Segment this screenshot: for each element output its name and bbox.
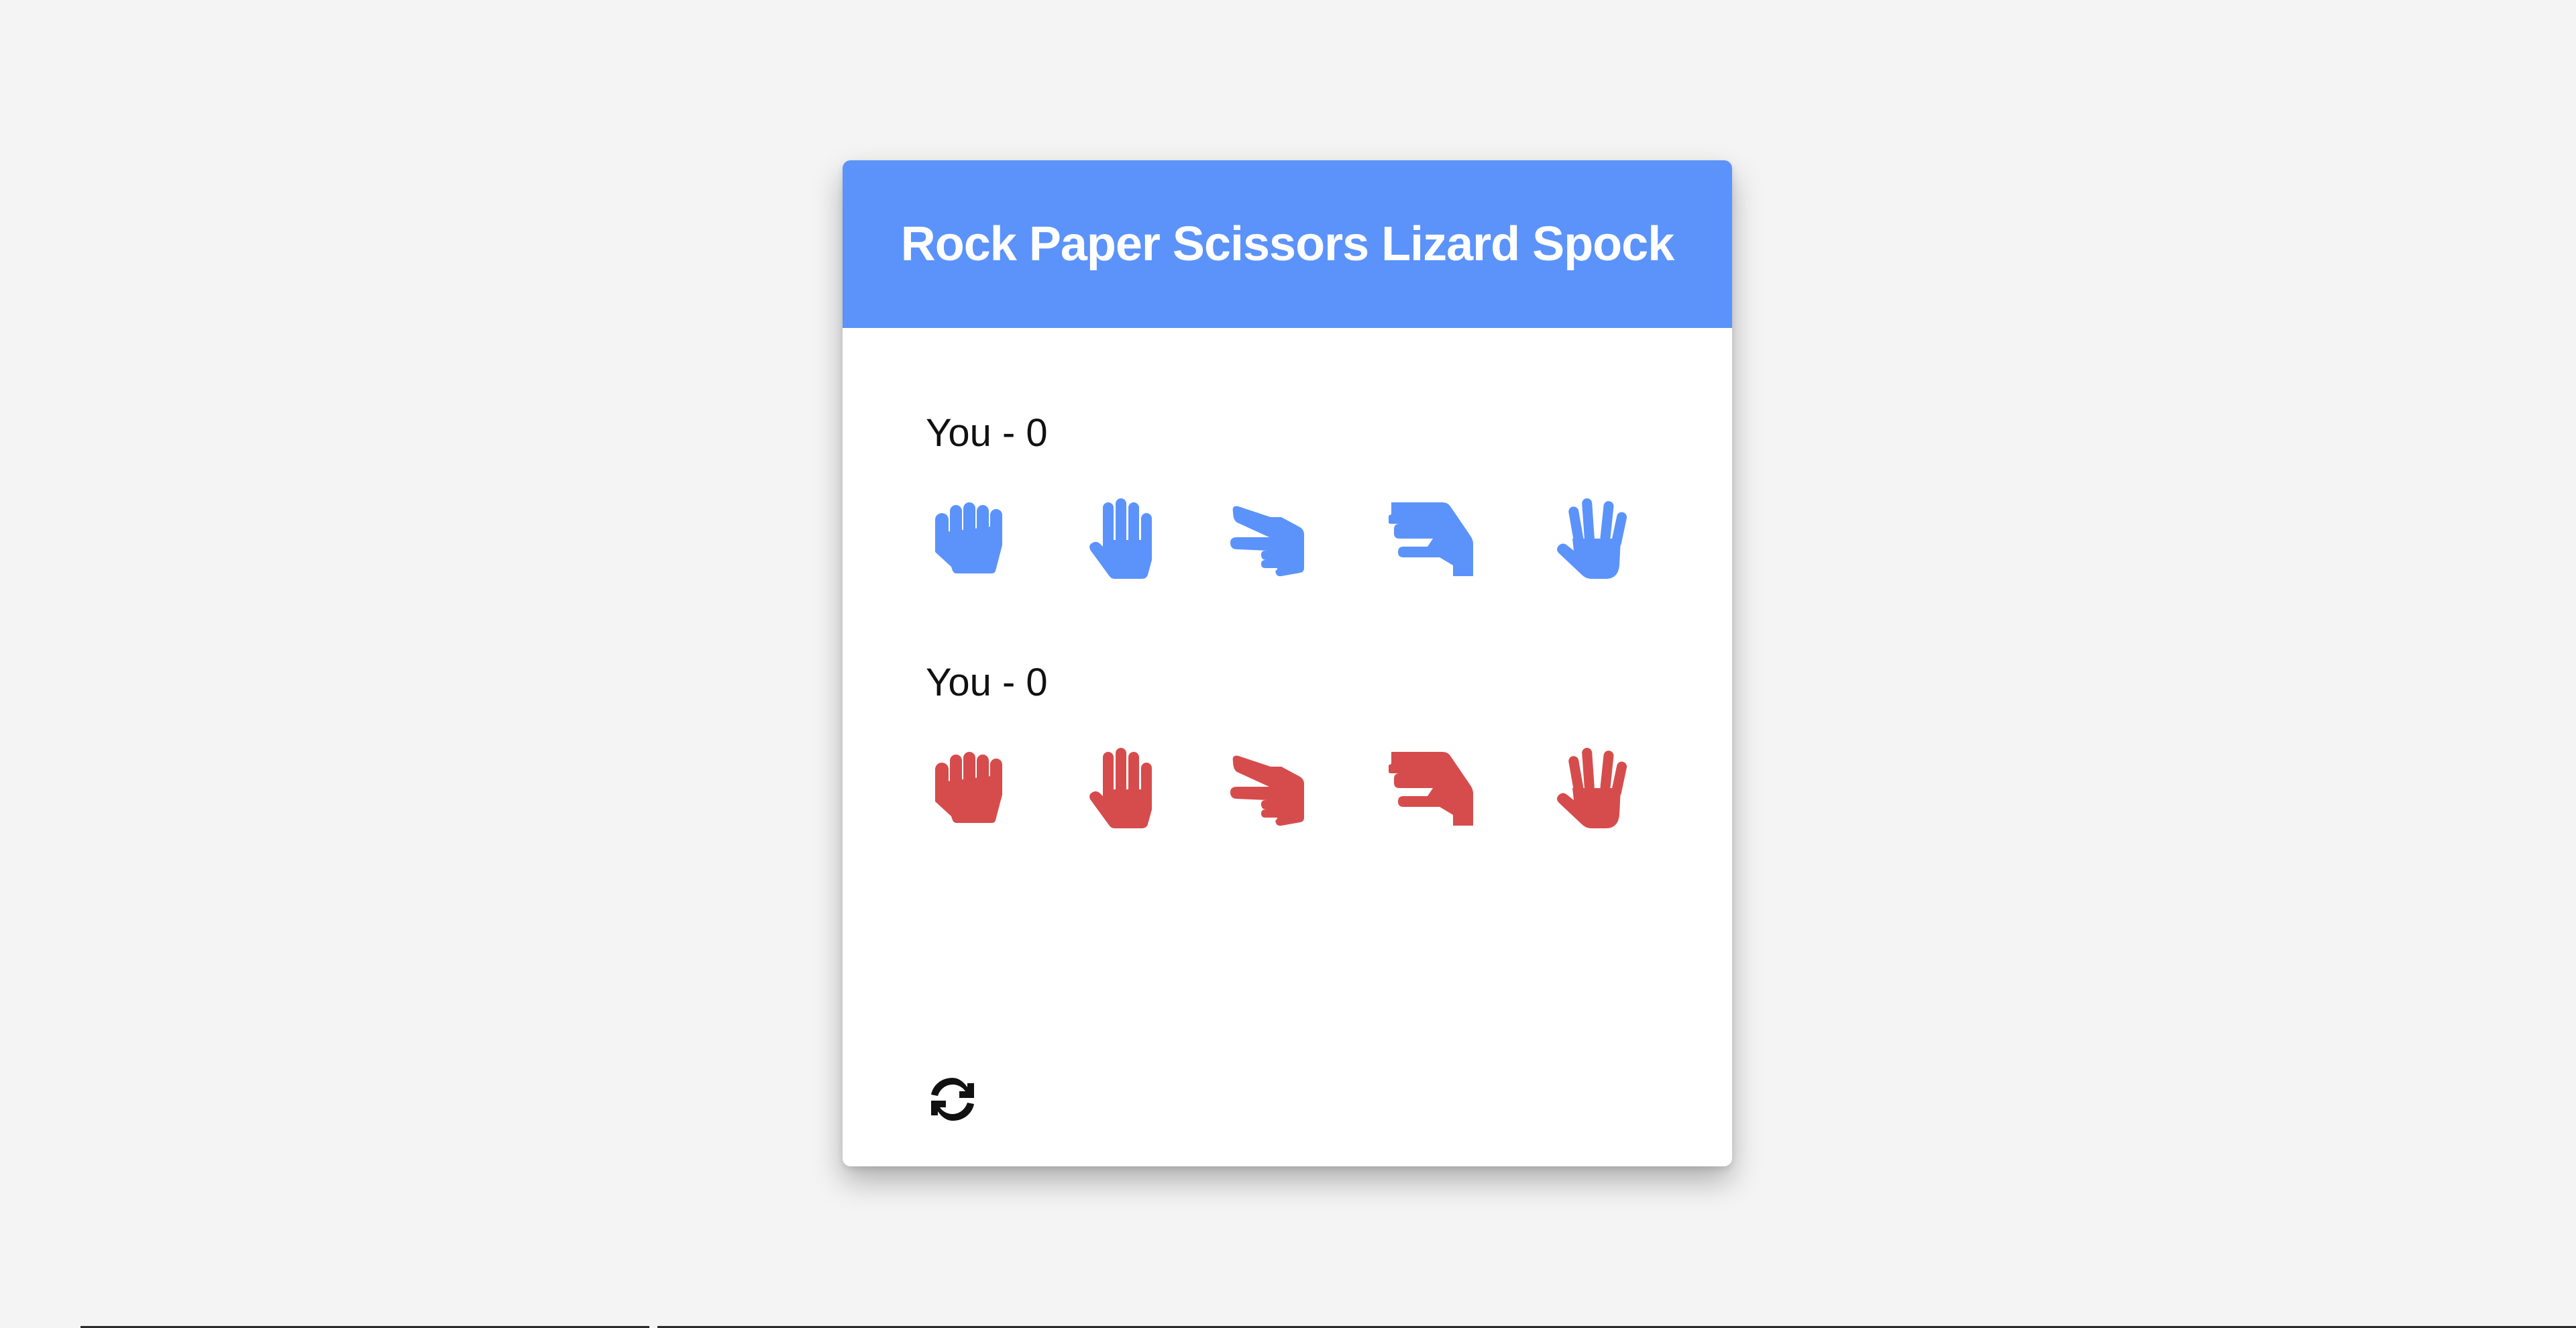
player-two-rock-button[interactable]	[926, 745, 1013, 832]
card-header: Rock Paper Scissors Lizard Spock	[843, 160, 1732, 328]
player-one-spock-button[interactable]	[1550, 496, 1637, 583]
player-two-paper-button[interactable]	[1079, 745, 1166, 832]
player-two-score: You - 0	[926, 661, 1048, 704]
player-one-score: You - 0	[926, 411, 1048, 455]
scissors-icon	[1228, 496, 1315, 583]
spock-icon	[1550, 496, 1637, 583]
player-two-lizard-button[interactable]	[1389, 745, 1476, 832]
player-two-hands	[926, 745, 1649, 832]
player-one-scissors-button[interactable]	[1228, 496, 1315, 583]
rock-icon	[926, 745, 1013, 832]
rock-icon	[926, 496, 1013, 583]
lizard-icon	[1389, 496, 1476, 583]
scissors-icon	[1228, 745, 1315, 832]
spock-icon	[1550, 745, 1637, 832]
reset-button[interactable]	[926, 1072, 979, 1126]
player-one-rock-button[interactable]	[926, 496, 1013, 583]
page-title: Rock Paper Scissors Lizard Spock	[900, 217, 1674, 271]
player-one-lizard-button[interactable]	[1389, 496, 1476, 583]
player-two-scissors-button[interactable]	[1228, 745, 1315, 832]
paper-icon	[1079, 496, 1166, 583]
lizard-icon	[1389, 745, 1476, 832]
paper-icon	[1079, 745, 1166, 832]
player-one-hands	[926, 496, 1649, 583]
player-two-spock-button[interactable]	[1550, 745, 1637, 832]
game-card: Rock Paper Scissors Lizard Spock You - 0…	[843, 160, 1732, 1166]
player-one-paper-button[interactable]	[1079, 496, 1166, 583]
refresh-icon	[926, 1072, 979, 1126]
